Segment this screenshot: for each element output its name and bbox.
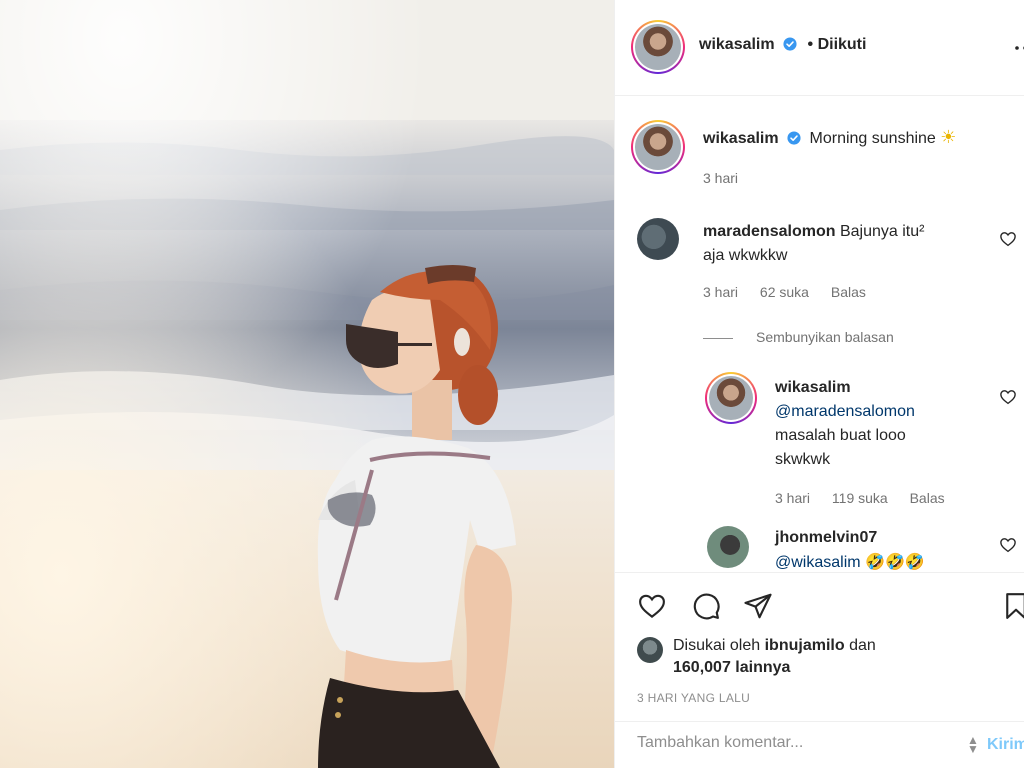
- add-comment-input[interactable]: [637, 734, 937, 752]
- liked-by-prefix: Disukai oleh: [673, 637, 761, 654]
- reply-like-heart-icon[interactable]: [999, 388, 1017, 406]
- liked-by-conjunction: dan: [849, 637, 876, 654]
- post-photo[interactable]: [0, 0, 614, 768]
- comment-meta: 3 hari 62 suka Balas: [703, 284, 884, 300]
- commenter-avatar[interactable]: [637, 218, 679, 260]
- caption: wikasalim Morning sunshine ☀: [703, 126, 956, 151]
- reply-button[interactable]: Balas: [831, 284, 866, 300]
- comment-text-line2: aja wkwkkw: [703, 247, 788, 264]
- post-actions: Disukai oleh ibnujamilo dan 160,007 lain…: [615, 572, 1024, 768]
- comment-time: 3 hari: [703, 284, 739, 300]
- comment-like-heart-icon[interactable]: [999, 536, 1017, 554]
- liker-username[interactable]: ibnujamilo: [765, 637, 845, 654]
- author-avatar[interactable]: [631, 20, 685, 74]
- liker-avatar[interactable]: [637, 637, 663, 663]
- reply-meta: 3 hari 119 suka Balas: [775, 490, 963, 506]
- more-options-icon[interactable]: [1013, 38, 1024, 58]
- commenter-avatar[interactable]: [707, 526, 749, 568]
- beach-photo-illustration: [0, 0, 614, 768]
- likes-count[interactable]: 160,007 lainnya: [673, 659, 790, 676]
- comment-icon[interactable]: [689, 589, 723, 623]
- reply-time: 3 hari: [775, 490, 811, 506]
- reply-wikasalim: wikasalim @maradensalomon masalah buat l…: [775, 376, 975, 472]
- send-icon[interactable]: [741, 589, 775, 623]
- post-comment-button[interactable]: Kirim: [987, 736, 1024, 754]
- heart-icon[interactable]: [635, 589, 669, 623]
- caption-text: Morning sunshine: [809, 130, 936, 147]
- reply-mention-link[interactable]: @maradensalomon: [775, 400, 975, 424]
- caption-time: 3 hari: [703, 170, 739, 186]
- caption-avatar[interactable]: [631, 120, 685, 174]
- reply-avatar[interactable]: [705, 372, 757, 424]
- comment-username[interactable]: jhonmelvin07: [775, 526, 975, 550]
- textarea-resize-arrows: ▲ ▼: [967, 733, 979, 756]
- reply-like-count[interactable]: 119 suka: [832, 490, 888, 506]
- comment-mention-link[interactable]: @wikasalim: [775, 554, 861, 571]
- caption-username[interactable]: wikasalim: [703, 130, 779, 147]
- header-identity: wikasalim • Diikuti: [699, 36, 866, 54]
- comment-jhonmelvin07: jhonmelvin07 @wikasalim 🤣🤣🤣: [775, 526, 975, 572]
- post-timestamp: 3 HARI YANG LALU: [637, 691, 751, 705]
- follow-status-button[interactable]: • Diikuti: [808, 36, 867, 53]
- comment-text-line1: Bajunya itu²: [839, 223, 925, 240]
- comment-like-heart-icon[interactable]: [999, 230, 1017, 248]
- comment-maradensalomon: maradensalomon Bajunya itu² aja wkwkkw: [703, 220, 973, 268]
- bookmark-icon[interactable]: [999, 589, 1024, 623]
- sun-emoji: ☀: [940, 127, 957, 148]
- comment-like-count[interactable]: 62 suka: [760, 284, 809, 300]
- verified-badge-icon: [787, 131, 801, 145]
- laughing-emoji: 🤣🤣🤣: [865, 552, 925, 571]
- post-side-panel: wikasalim • Diikuti wikasalim Morning su…: [614, 0, 1024, 768]
- comment-form: ▲▼ Kirim: [615, 721, 1024, 768]
- verified-badge-icon: [783, 37, 797, 51]
- comment-username[interactable]: maradensalomon: [703, 223, 835, 240]
- reply-text-line2: skwkwk: [775, 451, 831, 468]
- reply-username[interactable]: wikasalim: [775, 376, 975, 400]
- reply-reply-button[interactable]: Balas: [910, 490, 945, 506]
- person-figure: [317, 265, 516, 768]
- hide-replies-button[interactable]: Sembunyikan balasan: [756, 329, 894, 345]
- post-header: wikasalim • Diikuti: [615, 0, 1024, 96]
- liked-by-summary: Disukai oleh ibnujamilo dan 160,007 lain…: [673, 635, 876, 679]
- comment-clip: jhonmelvin07 @wikasalim 🤣🤣🤣: [615, 520, 1024, 572]
- author-username[interactable]: wikasalim: [699, 36, 775, 53]
- replies-divider: [703, 338, 733, 339]
- reply-text-line1: masalah buat looo: [775, 427, 906, 444]
